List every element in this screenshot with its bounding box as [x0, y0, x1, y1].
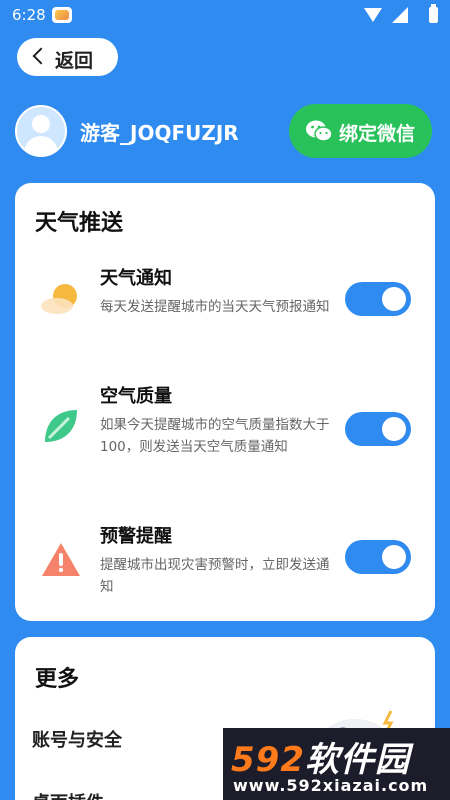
back-button[interactable]: 返回	[17, 38, 118, 76]
sun-cloud-icon	[41, 284, 77, 314]
avatar[interactable]	[15, 105, 67, 157]
wifi-icon	[364, 8, 382, 22]
setting-title: 空气质量	[100, 386, 172, 407]
setting-air-quality: 空气质量 如果今天提醒城市的空气质量指数大于100，则发送当天空气质量通知	[15, 376, 435, 496]
setting-title: 预警提醒	[100, 526, 172, 547]
watermark-brand-number: 592	[231, 740, 305, 780]
watermark: 592软件园 www.592xiazai.com	[223, 728, 450, 800]
back-label: 返回	[55, 50, 94, 72]
app-notification-icon	[52, 7, 72, 23]
setting-title: 天气通知	[100, 268, 172, 289]
setting-description: 每天发送提醒城市的当天天气预报通知	[100, 299, 330, 315]
status-bar: 6:28	[0, 0, 450, 30]
air-quality-toggle[interactable]	[345, 412, 411, 446]
watermark-brand-text: 软件园	[304, 740, 410, 780]
weather-notice-toggle[interactable]	[345, 282, 411, 316]
setting-weather-notice: 天气通知 每天发送提醒城市的当天天气预报通知	[15, 258, 435, 348]
leaf-icon	[45, 410, 77, 442]
weather-push-title: 天气推送	[35, 211, 124, 236]
watermark-brand: 592软件园	[231, 732, 410, 781]
wechat-icon	[306, 120, 333, 142]
username: 游客_JOQFUZJR	[80, 121, 239, 145]
warning-icon	[42, 543, 80, 576]
watermark-url: www.592xiazai.com	[233, 776, 429, 795]
status-time: 6:28	[12, 6, 46, 24]
setting-description: 提醒城市出现灾害预警时，立即发送通知	[100, 557, 330, 595]
bind-wechat-label: 绑定微信	[339, 123, 416, 145]
weather-push-card: 天气推送 天气通知 每天发送提醒城市的当天天气预报通知 空气质量 如果今天提醒城…	[15, 183, 435, 621]
alert-reminder-toggle[interactable]	[345, 540, 411, 574]
avatar-body	[24, 136, 58, 155]
setting-alert-reminder: 预警提醒 提醒城市出现灾害预警时，立即发送通知	[15, 516, 435, 606]
toggle-knob	[382, 417, 406, 441]
account-security-item[interactable]: 账号与安全	[32, 726, 122, 752]
battery-icon	[429, 4, 438, 23]
toggle-knob	[382, 545, 406, 569]
more-title: 更多	[35, 667, 80, 692]
setting-description: 如果今天提醒城市的空气质量指数大于100，则发送当天空气质量通知	[100, 417, 330, 455]
bind-wechat-button[interactable]: 绑定微信	[289, 104, 432, 158]
signal-icon	[392, 7, 408, 23]
toggle-knob	[382, 287, 406, 311]
desktop-widget-item[interactable]: 桌面插件	[32, 789, 104, 800]
chevron-left-icon	[32, 47, 50, 65]
avatar-head	[32, 115, 50, 133]
